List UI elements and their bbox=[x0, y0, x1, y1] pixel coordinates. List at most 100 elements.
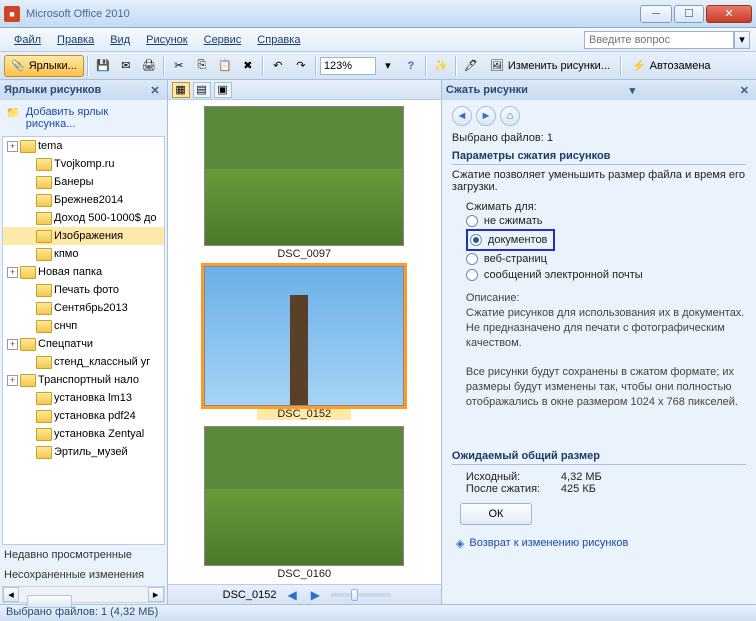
tree-item[interactable]: Брежнев2014 bbox=[3, 191, 164, 209]
add-shortcut-icon: 📁 bbox=[6, 106, 20, 119]
help-search-input[interactable] bbox=[584, 31, 734, 49]
next-image-button[interactable]: ▶ bbox=[308, 588, 323, 602]
menu-file[interactable]: Файл bbox=[6, 31, 49, 49]
paste-button[interactable]: 📋 bbox=[214, 55, 236, 77]
copy-button[interactable]: ⎘ bbox=[191, 55, 213, 77]
expand-icon[interactable]: + bbox=[7, 267, 18, 278]
tree-item-label: Эртиль_музей bbox=[54, 446, 128, 458]
tree-item-label: Новая папка bbox=[38, 266, 102, 278]
right-panel-close[interactable]: ✕ bbox=[737, 84, 752, 97]
delete-button[interactable]: ✖ bbox=[237, 55, 259, 77]
tree-item[interactable]: +Спецпатчи bbox=[3, 335, 164, 353]
radio-docs[interactable]: документов bbox=[470, 232, 547, 248]
mail-button[interactable]: ✉ bbox=[115, 55, 137, 77]
maximize-button[interactable]: ☐ bbox=[674, 5, 704, 23]
help-button[interactable]: ? bbox=[400, 55, 422, 77]
scroll-left-icon[interactable]: ◂ bbox=[3, 587, 19, 602]
autocorrect-button[interactable]: ⚡ Автозамена bbox=[625, 55, 718, 77]
undo-button[interactable]: ↶ bbox=[267, 55, 289, 77]
nav-home-button[interactable]: ⌂ bbox=[500, 106, 520, 126]
tree-item[interactable]: установка lm13 bbox=[3, 389, 164, 407]
ok-button[interactable]: ОК bbox=[460, 503, 532, 525]
tree-item[interactable]: Печать фото bbox=[3, 281, 164, 299]
folder-icon bbox=[36, 446, 52, 459]
thumbnail-item[interactable]: DSC_0097 bbox=[204, 106, 404, 260]
unsaved-label[interactable]: Несохраненные изменения bbox=[0, 565, 167, 585]
prev-image-button[interactable]: ◀ bbox=[284, 588, 299, 602]
view-thumbs-button[interactable]: ▦ bbox=[172, 82, 190, 98]
expand-icon[interactable]: + bbox=[7, 375, 18, 386]
tree-item[interactable]: Tvojkomp.ru bbox=[3, 155, 164, 173]
help-dropdown[interactable]: ▾ bbox=[734, 31, 750, 49]
thumbnail-image[interactable] bbox=[204, 106, 404, 246]
tree-item-label: Tvojkomp.ru bbox=[54, 158, 115, 170]
app-icon: ■ bbox=[4, 6, 20, 22]
radio-docs-highlight: документов bbox=[466, 229, 555, 251]
tree-item[interactable]: + Новая папка bbox=[3, 263, 164, 281]
nav-back-button[interactable]: ◄ bbox=[452, 106, 472, 126]
cut-button[interactable]: ✂ bbox=[168, 55, 190, 77]
left-panel: Ярлыки рисунков ✕ 📁 Добавить ярлык рисун… bbox=[0, 80, 168, 604]
tree-item[interactable]: Эртиль_музей bbox=[3, 443, 164, 461]
zoom-knob[interactable] bbox=[351, 589, 358, 601]
menu-edit[interactable]: Правка bbox=[49, 31, 102, 49]
zoom-slider[interactable] bbox=[331, 593, 391, 597]
tree-item[interactable]: Сентябрь2013 bbox=[3, 299, 164, 317]
menu-tools[interactable]: Сервис bbox=[196, 31, 250, 49]
redo-button[interactable]: ↷ bbox=[290, 55, 312, 77]
radio-web[interactable]: веб-страниц bbox=[466, 251, 746, 267]
save-button[interactable]: 💾 bbox=[92, 55, 114, 77]
tree-item[interactable]: снчп bbox=[3, 317, 164, 335]
rename-button[interactable]: 🖊 bbox=[460, 55, 482, 77]
view-filmstrip-button[interactable]: ▤ bbox=[193, 82, 211, 98]
folder-icon bbox=[36, 158, 52, 171]
paste-icon: 📋 bbox=[218, 59, 232, 72]
tree-item[interactable]: стенд_классный уг bbox=[3, 353, 164, 371]
right-panel-menu[interactable]: ▾ bbox=[627, 84, 639, 97]
tree-item[interactable]: Доход 500-1000$ до bbox=[3, 209, 164, 227]
tree-item[interactable]: +Транспортный нало bbox=[3, 371, 164, 389]
shortcuts-button[interactable]: 📎 Ярлыки... bbox=[4, 55, 84, 77]
zoom-input[interactable] bbox=[320, 57, 376, 75]
tree-item[interactable]: кпмо bbox=[3, 245, 164, 263]
tree-item[interactable]: Банеры bbox=[3, 173, 164, 191]
tree-item-label: tema bbox=[38, 140, 62, 152]
scroll-thumb[interactable] bbox=[27, 595, 72, 608]
expand-icon[interactable]: + bbox=[7, 141, 18, 152]
back-link[interactable]: ◈ Возврат к изменению рисунков bbox=[452, 533, 746, 554]
current-file-label: DSC_0152 bbox=[223, 589, 277, 601]
tree-item[interactable]: + tema bbox=[3, 137, 164, 155]
menu-help[interactable]: Справка bbox=[249, 31, 308, 49]
add-shortcut-link[interactable]: 📁 Добавить ярлык рисунка... bbox=[0, 100, 167, 136]
recent-label[interactable]: Недавно просмотренные bbox=[0, 545, 167, 565]
orig-value: 4,32 МБ bbox=[561, 471, 602, 483]
thumbnail-item[interactable]: DSC_0160 bbox=[204, 426, 404, 580]
menu-view[interactable]: Вид bbox=[102, 31, 138, 49]
nav-fwd-button[interactable]: ► bbox=[476, 106, 496, 126]
radio-email[interactable]: сообщений электронной почты bbox=[466, 267, 746, 283]
close-button[interactable]: ✕ bbox=[706, 5, 752, 23]
edit-pictures-button[interactable]: 🖼 Изменить рисунки... bbox=[483, 55, 617, 77]
tree-item[interactable]: установка Zentyal bbox=[3, 425, 164, 443]
left-panel-close[interactable]: ✕ bbox=[147, 84, 162, 97]
tree-item[interactable]: установка pdf24 bbox=[3, 407, 164, 425]
orig-label: Исходный: bbox=[466, 471, 561, 483]
tree-hscrollbar[interactable]: ◂ ▸ bbox=[2, 586, 165, 603]
thumbnail-image[interactable] bbox=[204, 426, 404, 566]
view-single-button[interactable]: ▣ bbox=[214, 82, 232, 98]
tree-item[interactable]: Изображения bbox=[3, 227, 164, 245]
autofix-button[interactable]: ✨ bbox=[430, 55, 452, 77]
thumbnail-image[interactable] bbox=[204, 266, 404, 406]
thumbnail-item[interactable]: DSC_0152 bbox=[204, 266, 404, 420]
expand-icon[interactable]: + bbox=[7, 339, 18, 350]
folder-tree[interactable]: + tema Tvojkomp.ru БанерыБрежнев2014Доход 5… bbox=[2, 136, 165, 545]
right-panel: Сжать рисунки ▾ ✕ ◄ ► ⌂ Выбрано файлов: … bbox=[442, 80, 756, 604]
radio-none[interactable]: не сжимать bbox=[466, 213, 746, 229]
print-button[interactable]: 🖨 bbox=[138, 55, 160, 77]
scroll-right-icon[interactable]: ▸ bbox=[148, 587, 164, 602]
minimize-button[interactable]: ─ bbox=[640, 5, 672, 23]
zoom-dropdown[interactable]: ▾ bbox=[377, 55, 399, 77]
menu-picture[interactable]: Рисунок bbox=[138, 31, 196, 49]
menubar: Файл Правка Вид Рисунок Сервис Справка ▾ bbox=[0, 28, 756, 52]
toolbar: 📎 Ярлыки... 💾 ✉ 🖨 ✂ ⎘ 📋 ✖ ↶ ↷ ▾ ? ✨ 🖊 🖼 … bbox=[0, 52, 756, 80]
